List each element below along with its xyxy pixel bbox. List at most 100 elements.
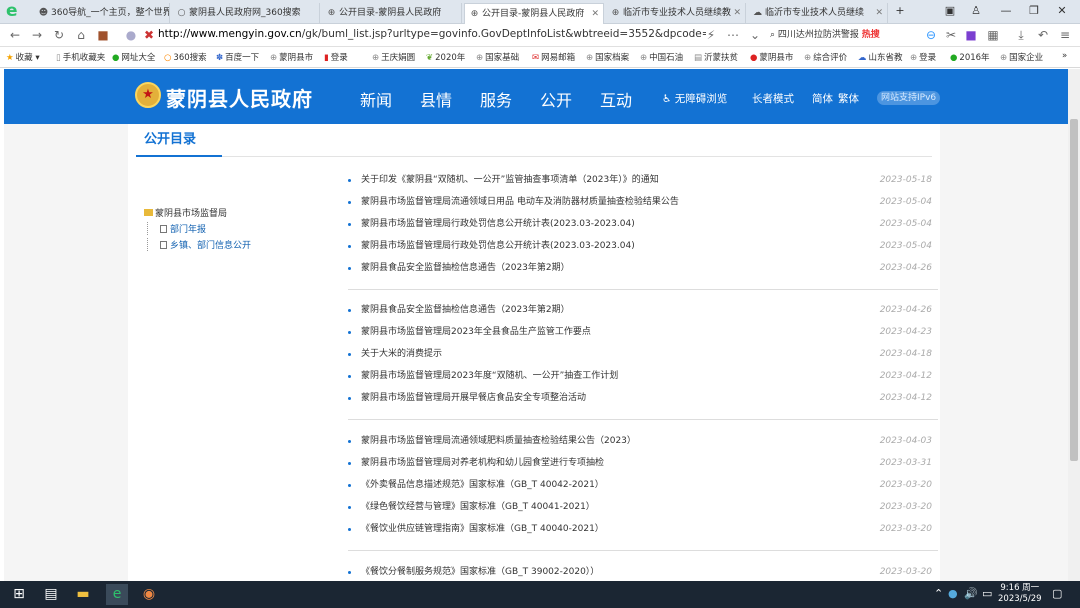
volume-icon[interactable]: 🔊 xyxy=(964,587,978,600)
site-security-icon[interactable]: ✖ xyxy=(140,27,158,43)
close-window-icon[interactable]: ✕ xyxy=(1052,2,1072,20)
list-item[interactable]: 关于大米的消费提示 2023-04-18 xyxy=(348,346,936,362)
tab-gov-catalog-active[interactable]: ⊕ 公开目录-蒙阴县人民政府 ✕ xyxy=(464,3,604,24)
bookmark-item[interactable]: ✽ 百度一下 xyxy=(216,51,259,63)
browser-logo-icon[interactable]: e xyxy=(6,2,24,20)
bookmark-item[interactable]: ⊕ 综合评价 xyxy=(804,51,847,63)
bag-icon[interactable]: ■ xyxy=(94,27,112,43)
bookmark-item[interactable]: ❦ 2020年 xyxy=(426,51,465,63)
new-tab-button[interactable]: + xyxy=(890,2,910,20)
skin-icon[interactable]: ▣ xyxy=(940,2,960,20)
bookmark-item[interactable]: ⊕ 登录 xyxy=(910,51,936,63)
nav-interact[interactable]: 互动 xyxy=(600,87,632,111)
bookmark-favorites[interactable]: ★ 收藏 ▾ xyxy=(6,51,40,63)
tree-item-dept-info[interactable]: 乡镇、部门信息公开 xyxy=(147,238,251,251)
list-item[interactable]: 《餐饮分餐制服务规范》国家标准（GB_T 39002-2020）） 2023-03… xyxy=(348,564,936,580)
home-icon[interactable]: ⌂ xyxy=(72,27,90,43)
category-tree: 蒙阴县市场监督局 部门年报 乡镇、部门信息公开 xyxy=(144,206,251,251)
tab-gov-catalog-1[interactable]: ⊕ 公开目录-蒙阴县人民政府 xyxy=(322,3,462,24)
bookmark-item[interactable]: ⊕ 蒙阴县市 xyxy=(270,51,313,63)
url-field[interactable]: http://www.mengyin.gov.cn/gk/buml_list.j… xyxy=(158,28,706,40)
reload-icon[interactable]: ↻ xyxy=(50,27,68,43)
file-explorer-icon[interactable]: ▬ xyxy=(72,584,94,605)
bookmark-item[interactable]: ⊕ 国家档案 xyxy=(586,51,629,63)
site-title[interactable]: 蒙阴县人民政府 xyxy=(166,83,313,112)
list-item[interactable]: 《绿色餐饮经营与管理》国家标准（GB_T 40041-2021） 2023-03-… xyxy=(348,499,936,515)
nav-open[interactable]: 公开 xyxy=(540,87,572,111)
bookmark-item[interactable]: ● 2016年 xyxy=(950,51,990,63)
search-input[interactable]: ⌕ 四川达州拉防洪警报 热搜 xyxy=(770,27,922,44)
tray-expand-icon[interactable]: ⌃ xyxy=(934,587,943,600)
forward-icon[interactable]: → xyxy=(28,27,46,43)
nav-county[interactable]: 县情 xyxy=(420,87,452,111)
security-tray-icon[interactable]: ● xyxy=(948,587,958,600)
list-item[interactable]: 《餐饮业供应链管理指南》国家标准（GB_T 40040-2021） 2023-03… xyxy=(348,521,936,537)
extension-icon[interactable]: ■ xyxy=(962,27,980,43)
list-item[interactable]: 《外卖餐品信息描述规范》国家标准（GB_T 40042-2021） 2023-03… xyxy=(348,477,936,493)
list-item[interactable]: 蒙阴县市场监督管理局流通领域日用品 电动车及消防器材质量抽查检验结果公告 2023… xyxy=(348,194,936,210)
more-icon[interactable]: ⋯ xyxy=(724,27,742,43)
tab-linyi-edu-1[interactable]: ⊕ 临沂市专业技术人员继续教 ✕ xyxy=(606,3,746,24)
list-item[interactable]: 蒙阴县市场监督管理局开展早餐店食品安全专项整治活动 2023-04-12 xyxy=(348,390,936,406)
list-item[interactable]: 蒙阴县食品安全监督抽检信息通告（2023年第2期） 2023-04-26 xyxy=(348,260,936,276)
bookmark-item[interactable]: ▮ 登录 xyxy=(324,51,348,63)
list-item[interactable]: 蒙阴县市场监督管理局对养老机构和幼儿园食堂进行专项抽检 2023-03-31 xyxy=(348,455,936,471)
restore-icon[interactable]: ❐ xyxy=(1024,2,1044,20)
elder-mode-link[interactable]: 长者模式 xyxy=(752,91,794,106)
bookmark-item[interactable]: ● 网址大全 xyxy=(112,51,155,63)
list-item[interactable]: 蒙阴县市场监督管理局2023年度“双随机、一公开”抽查工作计划 2023-04-1… xyxy=(348,368,936,384)
tab-linyi-edu-2[interactable]: ☁ 临沂市专业技术人员继续 ✕ xyxy=(748,3,888,24)
tab-360search[interactable]: ○ 蒙阴县人民政府网_360搜索 xyxy=(172,3,320,24)
list-item[interactable]: 关于印发《蒙阴县“双随机、一公开”监管抽查事项清单（2023年）》的通知 2023… xyxy=(348,172,936,188)
close-tab-icon[interactable]: ✕ xyxy=(875,3,883,23)
dropdown-icon[interactable]: ⌄ xyxy=(746,27,764,43)
bullet-icon xyxy=(348,462,351,465)
bookmark-item[interactable]: ⊕ 王庆娟圆 xyxy=(372,51,415,63)
list-item[interactable]: 蒙阴县市场监督管理局行政处罚信息公开统计表(2023.03-2023.04) 20… xyxy=(348,216,936,232)
task-manager-icon[interactable]: ▤ xyxy=(40,584,62,605)
bullet-icon xyxy=(348,331,351,334)
traditional-link[interactable]: 繁体 xyxy=(838,91,859,106)
360-browser-icon[interactable]: e xyxy=(106,584,128,605)
bookmark-item[interactable]: ✉ 网易邮箱 xyxy=(532,51,575,63)
close-tab-icon[interactable]: ✕ xyxy=(733,3,741,23)
nav-news[interactable]: 新闻 xyxy=(360,87,392,111)
translate-icon[interactable]: ⊖ xyxy=(922,27,940,43)
nav-service[interactable]: 服务 xyxy=(480,87,512,111)
close-tab-icon[interactable]: ✕ xyxy=(591,4,599,24)
bookmarks-overflow-icon[interactable]: » xyxy=(1062,51,1067,61)
bookmark-item[interactable]: ☁ 山东省教 xyxy=(858,51,903,63)
shirt-icon[interactable]: ♙ xyxy=(966,2,986,20)
bookmark-item[interactable]: ● 蒙阴县市 xyxy=(750,51,793,63)
minimize-icon[interactable]: — xyxy=(996,2,1016,20)
tree-item-annual-report[interactable]: 部门年报 xyxy=(147,222,251,235)
chrome-icon[interactable]: ◉ xyxy=(138,584,160,605)
bookmark-item[interactable]: ⊕ 国家基础 xyxy=(476,51,519,63)
page-scrollbar[interactable] xyxy=(1068,69,1080,581)
tab-360nav[interactable]: ☻ 360导航_一个主页，整个世界 xyxy=(34,3,170,24)
list-item[interactable]: 蒙阴县市场监督管理局2023年全县食品生产监管工作要点 2023-04-23 xyxy=(348,324,936,340)
list-item[interactable]: 蒙阴县市场监督管理局行政处罚信息公开统计表(2023.03-2023.04) 20… xyxy=(348,238,936,254)
download-icon[interactable]: ⤓ xyxy=(1012,27,1030,43)
apps-icon[interactable]: ▦ xyxy=(984,27,1002,43)
menu-icon[interactable]: ≡ xyxy=(1056,27,1074,43)
bookmark-item[interactable]: ▯ 手机收藏夹 xyxy=(56,51,105,63)
network-icon[interactable]: ▭ xyxy=(982,587,992,600)
bookmark-item[interactable]: ○ 360搜索 xyxy=(164,51,207,63)
scrollbar-thumb[interactable] xyxy=(1070,119,1078,461)
list-item[interactable]: 蒙阴县市场监督管理局流通领域肥料质量抽查检验结果公告（2023） 2023-04-… xyxy=(348,433,936,449)
list-item[interactable]: 蒙阴县食品安全监督抽检信息通告（2023年第2期） 2023-04-26 xyxy=(348,302,936,318)
back-icon[interactable]: ← xyxy=(6,27,24,43)
bookmark-item[interactable]: ▤ 沂蒙扶贫 xyxy=(694,51,738,63)
undo-icon[interactable]: ↶ xyxy=(1034,27,1052,43)
bookmark-item[interactable]: ⊕ 国家企业 xyxy=(1000,51,1043,63)
tree-root[interactable]: 蒙阴县市场监督局 xyxy=(144,206,251,219)
taskbar-clock[interactable]: 9:16 周一 2023/5/29 xyxy=(998,583,1042,605)
bookmark-item[interactable]: ⊕ 中国石油 xyxy=(640,51,683,63)
notification-icon[interactable]: ▢ xyxy=(1052,587,1062,600)
scissors-icon[interactable]: ✂ xyxy=(942,27,960,43)
accessibility-link[interactable]: ♿ 无障碍浏览 xyxy=(662,91,727,106)
lightning-icon[interactable]: ⚡ xyxy=(702,27,720,43)
simplified-link[interactable]: 简体 xyxy=(812,91,833,106)
windows-start-icon[interactable]: ⊞ xyxy=(8,584,30,605)
